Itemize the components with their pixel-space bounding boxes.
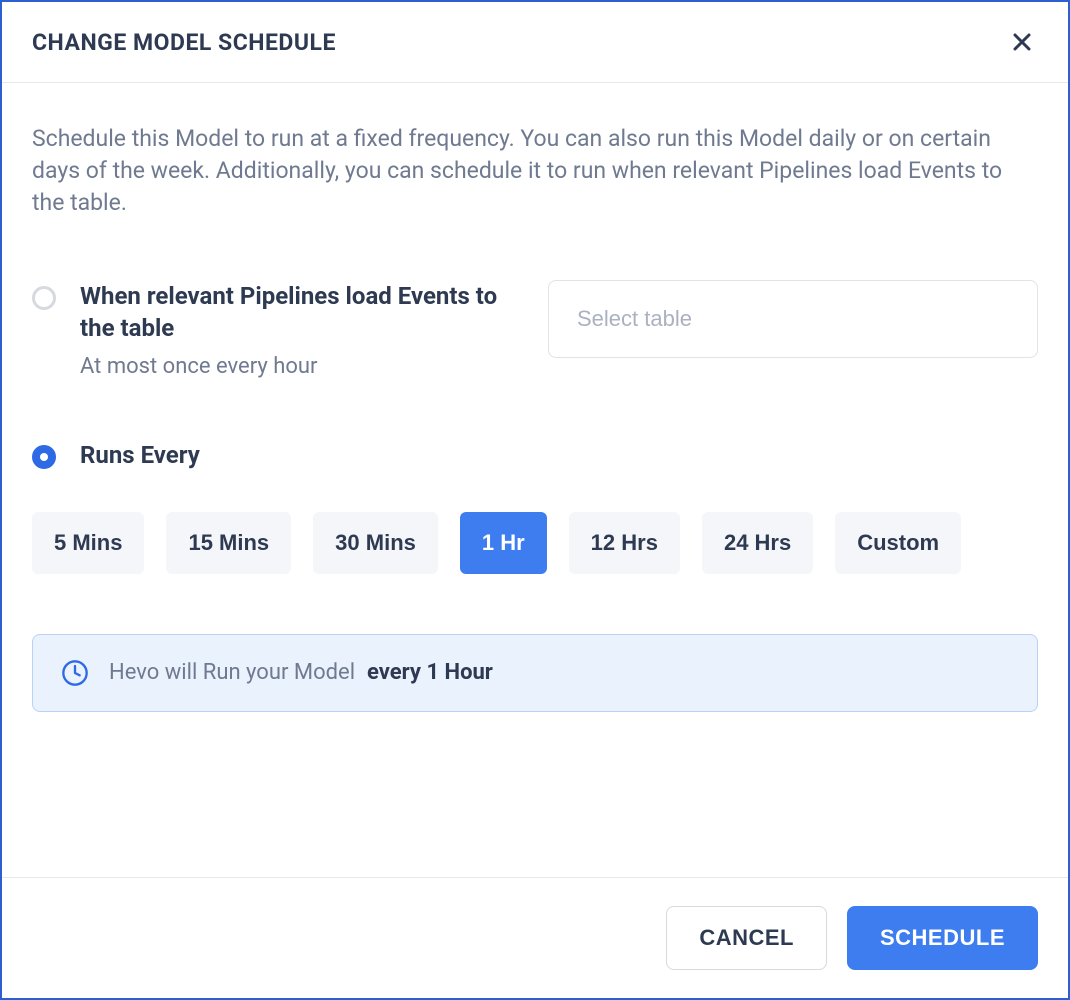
freq-30-mins[interactable]: 30 Mins: [313, 512, 438, 574]
dialog-body: Schedule this Model to run at a fixed fr…: [2, 83, 1068, 877]
option-runs-every-text: Runs Every: [80, 439, 1038, 471]
option-pipeline-title: When relevant Pipelines load Events to t…: [80, 280, 524, 345]
close-icon: [1010, 30, 1034, 54]
close-button[interactable]: [1006, 26, 1038, 58]
cancel-button[interactable]: CANCEL: [666, 906, 827, 970]
option-runs-every-title: Runs Every: [80, 439, 1038, 471]
freq-24-hrs[interactable]: 24 Hrs: [702, 512, 813, 574]
radio-pipeline-events[interactable]: [32, 286, 56, 310]
schedule-info-banner: Hevo will Run your Model every 1 Hour: [32, 634, 1038, 712]
schedule-info-prefix: Hevo will Run your Model: [109, 660, 355, 685]
schedule-button[interactable]: SCHEDULE: [847, 906, 1038, 970]
dialog-description: Schedule this Model to run at a fixed fr…: [32, 123, 1038, 220]
freq-12-hrs[interactable]: 12 Hrs: [569, 512, 680, 574]
freq-5-mins[interactable]: 5 Mins: [32, 512, 144, 574]
option-pipeline-events: When relevant Pipelines load Events to t…: [32, 280, 1038, 380]
option-pipeline-subtitle: At most once every hour: [80, 354, 524, 379]
schedule-info-highlight: every 1 Hour: [367, 660, 493, 685]
dialog-title: CHANGE MODEL SCHEDULE: [32, 29, 336, 56]
radio-runs-every[interactable]: [32, 445, 56, 469]
frequency-options: 5 Mins 15 Mins 30 Mins 1 Hr 12 Hrs 24 Hr…: [32, 512, 1038, 574]
freq-custom[interactable]: Custom: [835, 512, 961, 574]
freq-1-hr[interactable]: 1 Hr: [460, 512, 547, 574]
select-table-wrap: [548, 280, 1038, 358]
option-pipeline-text: When relevant Pipelines load Events to t…: [80, 280, 524, 380]
option-runs-every: Runs Every: [32, 439, 1038, 471]
freq-15-mins[interactable]: 15 Mins: [166, 512, 291, 574]
select-table-input[interactable]: [548, 280, 1038, 358]
dialog-header: CHANGE MODEL SCHEDULE: [2, 2, 1068, 83]
change-schedule-dialog: CHANGE MODEL SCHEDULE Schedule this Mode…: [0, 0, 1070, 1000]
dialog-footer: CANCEL SCHEDULE: [2, 877, 1068, 998]
schedule-info-text-wrap: Hevo will Run your Model every 1 Hour: [109, 660, 493, 685]
clock-icon: [61, 659, 89, 687]
